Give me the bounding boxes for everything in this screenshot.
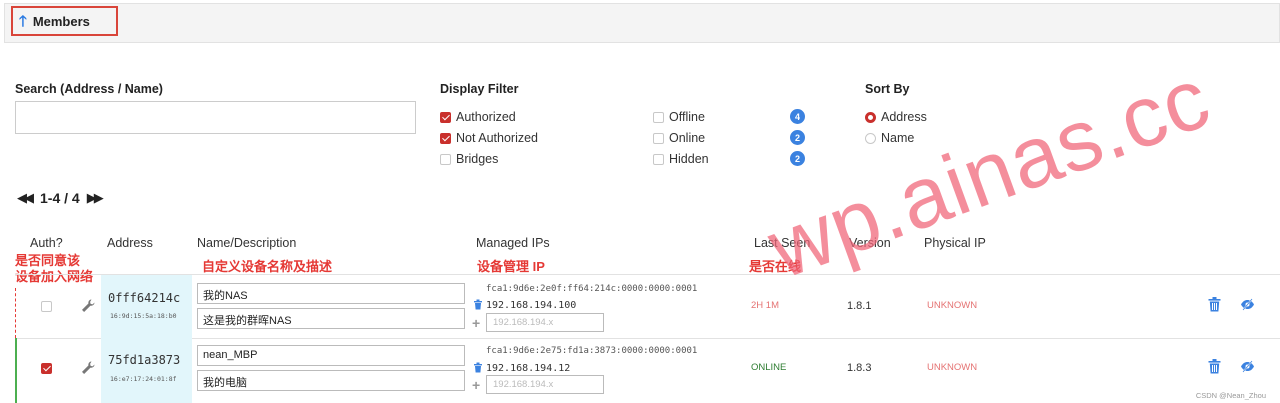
member-mac: 16:9d:15:5a:18:b0 xyxy=(110,312,177,320)
member-name-field[interactable]: 我的NAS xyxy=(197,283,465,304)
member-last-seen: ONLINE xyxy=(751,362,787,373)
checkbox-checked-icon[interactable] xyxy=(440,132,451,144)
sort-address-label: Address xyxy=(881,110,927,124)
checkbox-icon[interactable] xyxy=(653,153,664,165)
member-last-seen: 2H 1M xyxy=(751,300,779,311)
member-ipv4: 192.168.194.12 xyxy=(486,363,571,374)
radio-icon[interactable] xyxy=(865,132,876,144)
member-name-field[interactable]: nean_MBP xyxy=(197,345,465,366)
filter-offline-label: Offline xyxy=(669,110,705,124)
offline-count-badge: 4 xyxy=(790,109,805,124)
checkbox-icon[interactable] xyxy=(653,111,664,123)
col-name: Name/Description xyxy=(197,236,297,250)
radio-selected-icon[interactable] xyxy=(865,111,876,123)
filter-authorized-label: Authorized xyxy=(456,110,516,124)
col-address: Address xyxy=(107,236,153,250)
filter-bridges-label: Bridges xyxy=(456,152,499,166)
member-ipv4: 192.168.194.100 xyxy=(486,300,577,311)
members-title: Members xyxy=(32,13,90,29)
sort-by-label: Sort By xyxy=(865,82,910,96)
member-physical-ip: UNKNOWN xyxy=(927,362,978,373)
sort-name-option[interactable]: Name xyxy=(865,131,914,145)
wrench-icon[interactable] xyxy=(80,360,96,376)
member-description-field[interactable]: 我的电脑 xyxy=(197,370,465,391)
filter-hidden-label: Hidden xyxy=(669,152,709,166)
member-physical-ip: UNKNOWN xyxy=(927,300,978,311)
header-divider xyxy=(15,274,1280,275)
online-indicator-bar xyxy=(15,338,17,403)
add-ip-icon[interactable]: + xyxy=(472,316,480,330)
search-label: Search (Address / Name) xyxy=(15,82,163,96)
arrow-up-icon: 🡑 xyxy=(19,12,27,30)
col-auth: Auth? xyxy=(30,236,63,250)
csdn-credit: CSDN @Nean_Zhou xyxy=(1195,391,1266,400)
hide-member-icon[interactable] xyxy=(1240,360,1255,373)
pager: ◀◀ 1-4 / 4 ▶▶ xyxy=(17,190,104,206)
annotation-ips: 设备管理 IP xyxy=(477,259,545,274)
annotation-dashed-line xyxy=(15,288,16,338)
member-description-field[interactable]: 这是我的群晖NAS xyxy=(197,308,465,329)
delete-member-icon[interactable] xyxy=(1208,359,1221,374)
col-managed-ips: Managed IPs xyxy=(476,236,550,250)
online-count-badge: 2 xyxy=(790,130,805,145)
display-filter-label: Display Filter xyxy=(440,82,519,96)
watermark: wp.ainas.cc xyxy=(756,49,1222,298)
filter-offline[interactable]: Offline xyxy=(653,110,705,124)
member-ipv6: fca1:9d6e:2e0f:ff64:214c:0000:0000:0001 xyxy=(486,284,698,294)
annotation-name: 自定义设备名称及描述 xyxy=(202,259,333,274)
sort-address-option[interactable]: Address xyxy=(865,110,927,124)
member-address: 75fd1a3873 xyxy=(108,353,181,367)
checkbox-checked-icon[interactable] xyxy=(440,111,451,123)
checkbox-icon[interactable] xyxy=(653,132,664,144)
delete-member-icon[interactable] xyxy=(1208,297,1221,312)
filter-authorized[interactable]: Authorized xyxy=(440,110,516,124)
members-header-bar xyxy=(4,3,1280,43)
filter-bridges[interactable]: Bridges xyxy=(440,152,498,166)
add-ip-input[interactable]: 192.168.194.x xyxy=(486,313,604,332)
filter-not-authorized-label: Not Authorized xyxy=(456,131,538,145)
checkbox-icon[interactable] xyxy=(440,153,451,165)
hidden-count-badge: 2 xyxy=(790,151,805,166)
filter-online[interactable]: Online xyxy=(653,131,705,145)
members-toggle[interactable]: 🡑 Members xyxy=(11,6,118,36)
filter-hidden[interactable]: Hidden xyxy=(653,152,709,166)
member-version: 1.8.3 xyxy=(847,362,872,374)
trash-icon[interactable] xyxy=(473,299,483,310)
add-ip-icon[interactable]: + xyxy=(472,378,480,392)
auth-checkbox[interactable] xyxy=(41,363,52,374)
member-version: 1.8.1 xyxy=(847,300,872,312)
hide-member-icon[interactable] xyxy=(1240,298,1255,311)
member-address: 0fff64214c xyxy=(108,291,181,305)
annotation-auth-line2: 设备加入网络 xyxy=(15,269,94,284)
pager-range: 1-4 / 4 xyxy=(40,190,80,206)
member-ipv6: fca1:9d6e:2e75:fd1a:3873:0000:0000:0001 xyxy=(486,346,698,356)
wrench-icon[interactable] xyxy=(80,298,96,314)
member-mac: 16:e7:17:24:01:8f xyxy=(110,375,177,383)
search-input[interactable] xyxy=(15,101,416,134)
previous-page-icon[interactable]: ◀◀ xyxy=(17,190,34,206)
sort-name-label: Name xyxy=(881,131,915,145)
row-divider xyxy=(15,338,1280,339)
next-page-icon[interactable]: ▶▶ xyxy=(87,190,104,206)
trash-icon[interactable] xyxy=(473,362,483,373)
filter-online-label: Online xyxy=(669,131,706,145)
auth-checkbox[interactable] xyxy=(41,301,52,312)
filter-not-authorized[interactable]: Not Authorized xyxy=(440,131,538,145)
add-ip-input[interactable]: 192.168.194.x xyxy=(486,375,604,394)
